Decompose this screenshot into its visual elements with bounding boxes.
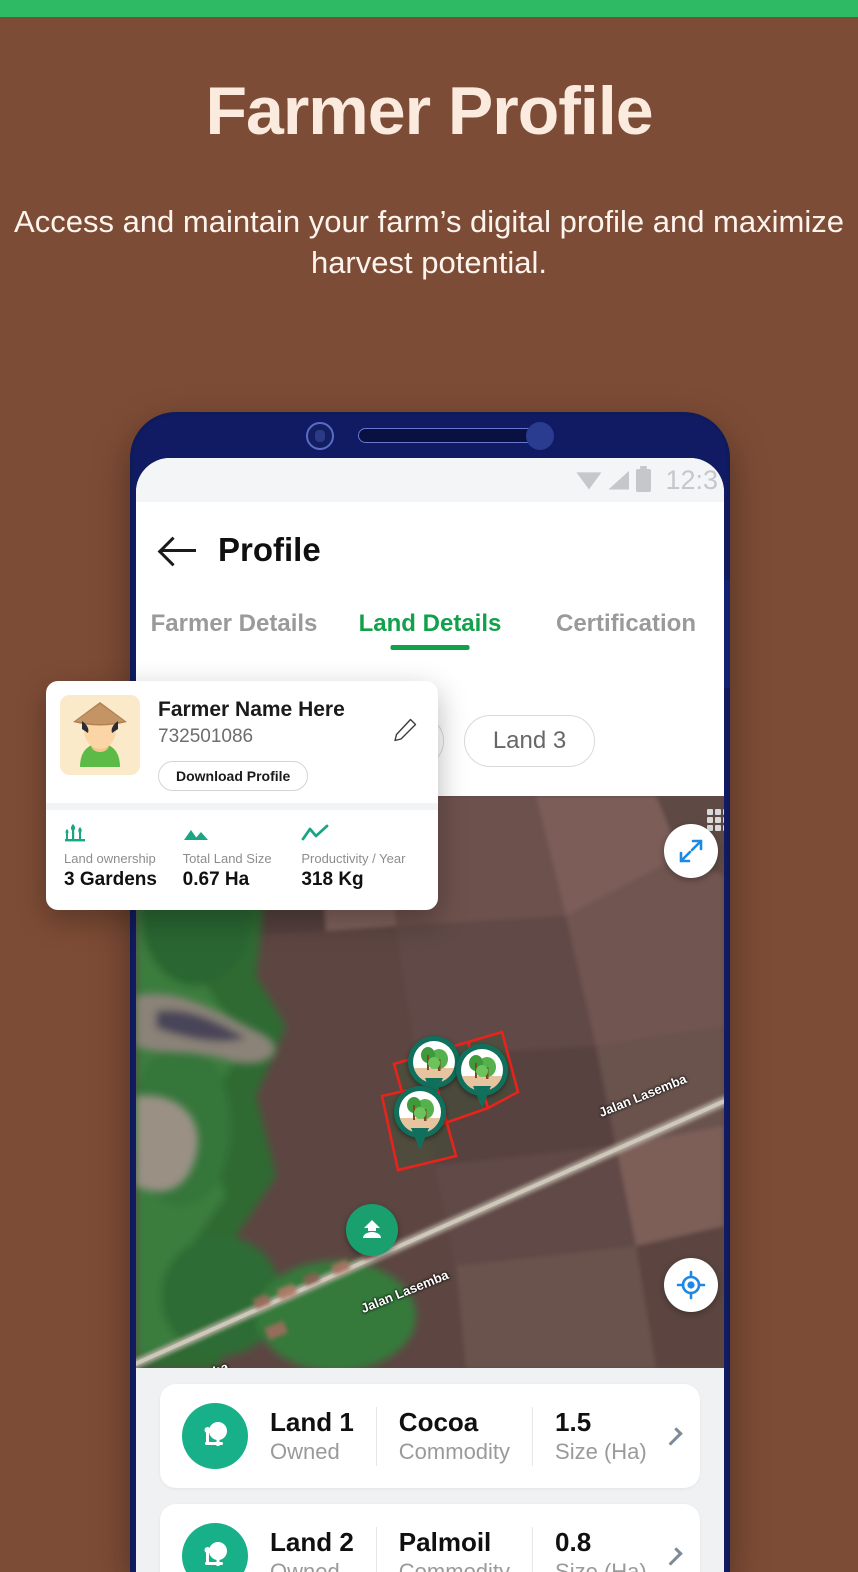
signal-icon xyxy=(608,471,629,490)
land-ownership: Owned xyxy=(270,1438,354,1466)
land-commodity-value: Palmoil xyxy=(399,1527,510,1558)
stat-total-land-size: Total Land Size 0.67 Ha xyxy=(183,824,302,892)
table-row[interactable]: Land 1 Owned Cocoa Commodity 1.5 Size (H… xyxy=(160,1384,700,1488)
hero-section: Farmer Profile Access and maintain your … xyxy=(0,17,858,283)
plants-icon xyxy=(64,824,183,844)
stat-value: 3 Gardens xyxy=(64,868,183,892)
hills-glyph xyxy=(183,824,211,844)
land-size-cell: 1.5 Size (Ha) xyxy=(532,1407,669,1466)
top-accent-bar xyxy=(0,0,858,17)
expand-map-button[interactable] xyxy=(664,824,718,878)
front-camera-icon xyxy=(306,422,334,450)
tab-certification[interactable]: Certification xyxy=(528,598,724,638)
land-name-cell: Land 2 Owned xyxy=(248,1527,376,1572)
land-commodity-value: Cocoa xyxy=(399,1407,510,1438)
battery-icon xyxy=(636,469,651,492)
phone-notch xyxy=(130,412,730,460)
farmer-avatar-illustration xyxy=(60,695,140,775)
card-divider xyxy=(46,803,438,810)
page-title: Farmer Profile xyxy=(0,17,858,147)
download-profile-button[interactable]: Download Profile xyxy=(158,761,308,791)
land-name: Land 1 xyxy=(270,1407,354,1438)
stat-productivity: Productivity / Year 318 Kg xyxy=(301,824,420,892)
tab-land-details[interactable]: Land Details xyxy=(332,598,528,638)
hills-icon xyxy=(183,824,302,844)
land-list: Land 1 Owned Cocoa Commodity 1.5 Size (H… xyxy=(136,1368,724,1572)
wifi-icon xyxy=(576,471,601,490)
my-location-icon xyxy=(676,1270,706,1300)
land-size-label: Size (Ha) xyxy=(555,1438,647,1466)
land-commodity-cell: Cocoa Commodity xyxy=(376,1407,532,1466)
proximity-sensor-icon xyxy=(526,422,554,450)
trend-line-icon xyxy=(301,824,420,844)
table-row[interactable]: Land 2 Owned Palmoil Commodity 0.8 Size … xyxy=(160,1504,700,1572)
pin-tail xyxy=(473,1086,491,1108)
land-commodity-cell: Palmoil Commodity xyxy=(376,1527,532,1572)
hero-subtitle: Access and maintain your farm’s digital … xyxy=(0,147,858,283)
earpiece-speaker xyxy=(358,428,536,443)
land-size-value: 0.8 xyxy=(555,1527,647,1558)
upload-pin-icon[interactable] xyxy=(346,1204,398,1256)
status-bar-time: 12:3 xyxy=(665,465,718,496)
pin-tail xyxy=(411,1128,429,1150)
farmer-profile-card: Farmer Name Here 732501086 Download Prof… xyxy=(46,681,438,910)
pencil-glyph xyxy=(392,717,418,743)
farmer-id: 732501086 xyxy=(158,723,345,751)
pencil-icon[interactable] xyxy=(392,717,418,743)
expand-arrows-icon xyxy=(678,838,704,864)
land-tree-icon xyxy=(182,1403,248,1469)
stat-label: Productivity / Year xyxy=(301,850,420,868)
land-size-label: Size (Ha) xyxy=(555,1558,647,1572)
tab-bar: Farmer Details Land Details Certificatio… xyxy=(136,598,724,678)
land-commodity-label: Commodity xyxy=(399,1438,510,1466)
map-marker-land-2[interactable] xyxy=(456,1044,508,1110)
back-arrow-icon[interactable] xyxy=(159,530,199,570)
app-bar: Profile xyxy=(136,502,724,598)
trend-line-glyph xyxy=(301,824,331,844)
land-tree-glyph xyxy=(197,1538,233,1572)
phone-screen: 12:3 Profile Farmer Details Land Details… xyxy=(136,458,724,1572)
land-chip-3[interactable]: Land 3 xyxy=(464,715,595,767)
my-location-button[interactable] xyxy=(664,1258,718,1312)
land-tree-glyph xyxy=(197,1418,233,1454)
stat-label: Land ownership xyxy=(64,850,183,868)
land-commodity-label: Commodity xyxy=(399,1558,510,1572)
avatar xyxy=(60,695,140,775)
status-bar: 12:3 xyxy=(136,458,724,502)
upload-glyph xyxy=(358,1216,386,1244)
land-ownership: Owned xyxy=(270,1558,354,1572)
app-bar-title: Profile xyxy=(218,531,321,569)
plants-glyph xyxy=(64,824,88,844)
land-name: Land 2 xyxy=(270,1527,354,1558)
stat-label: Total Land Size xyxy=(183,850,302,868)
farmer-name: Farmer Name Here xyxy=(158,697,345,723)
stat-land-ownership: Land ownership 3 Gardens xyxy=(64,824,183,892)
map-marker-land-3[interactable] xyxy=(394,1086,446,1152)
land-size-cell: 0.8 Size (Ha) xyxy=(532,1527,669,1572)
stat-value: 318 Kg xyxy=(301,868,420,892)
land-size-value: 1.5 xyxy=(555,1407,647,1438)
grid-icon[interactable] xyxy=(707,809,724,831)
land-tree-icon xyxy=(182,1523,248,1572)
phone-mockup: 12:3 Profile Farmer Details Land Details… xyxy=(130,412,730,1572)
tab-farmer-details[interactable]: Farmer Details xyxy=(136,598,332,638)
land-name-cell: Land 1 Owned xyxy=(248,1407,376,1466)
stat-value: 0.67 Ha xyxy=(183,868,302,892)
